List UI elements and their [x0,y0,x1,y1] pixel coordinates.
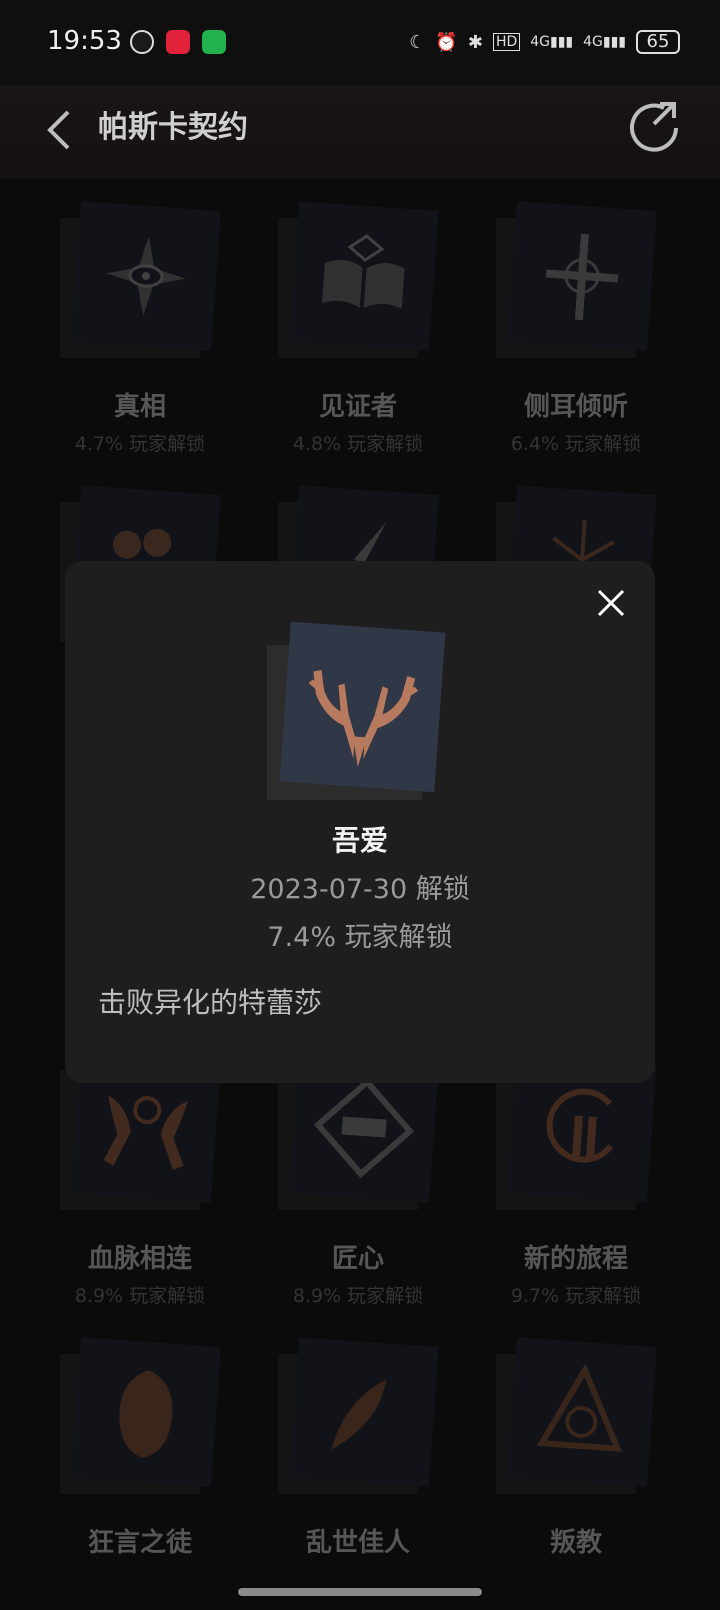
notification-icons [130,30,226,54]
signal-4g-icon: 4G▮▮▮ [583,34,626,50]
signal-4g-icon: 4G▮▮▮ [530,34,574,50]
status-time: 19:53 [47,26,122,56]
achievement-art [267,621,447,805]
page-title: 帕斯卡契约 [98,110,248,145]
alarm-icon: ⏰ [435,31,458,53]
achievement-description: 击败异化的特蕾莎 [98,986,323,1019]
unlock-percent: 7.4% 玩家解锁 [267,922,453,953]
share-icon [630,102,678,152]
wechat-icon [130,30,154,54]
achievement-detail-dialog: 吾爱 2023-07-30 解锁 7.4% 玩家解锁 击败异化的特蕾莎 [65,561,655,1083]
message-icon [202,30,226,54]
status-bar: 19:53 ☾ ⏰ ✱ HD 4G▮▮▮ 4G▮▮▮ 65 [0,0,720,86]
unlock-date: 2023-07-30 解锁 [250,874,470,905]
achievement-title: 吾爱 [331,824,388,857]
antler-icon [308,670,419,767]
back-button[interactable] [40,98,80,158]
close-icon [597,589,625,617]
hd-icon: HD [492,33,521,51]
page-header: 帕斯卡契约 [0,86,720,178]
battery-indicator: 65 [636,30,680,54]
system-icons: ☾ ⏰ ✱ HD 4G▮▮▮ 4G▮▮▮ 65 [409,30,680,54]
bluetooth-icon: ✱ [467,31,483,53]
share-button[interactable] [624,94,684,154]
taobao-icon [166,30,190,54]
chevron-left-icon [47,110,70,150]
close-button[interactable] [591,583,631,623]
home-indicator[interactable] [238,1588,482,1596]
moon-icon: ☾ [409,31,426,53]
